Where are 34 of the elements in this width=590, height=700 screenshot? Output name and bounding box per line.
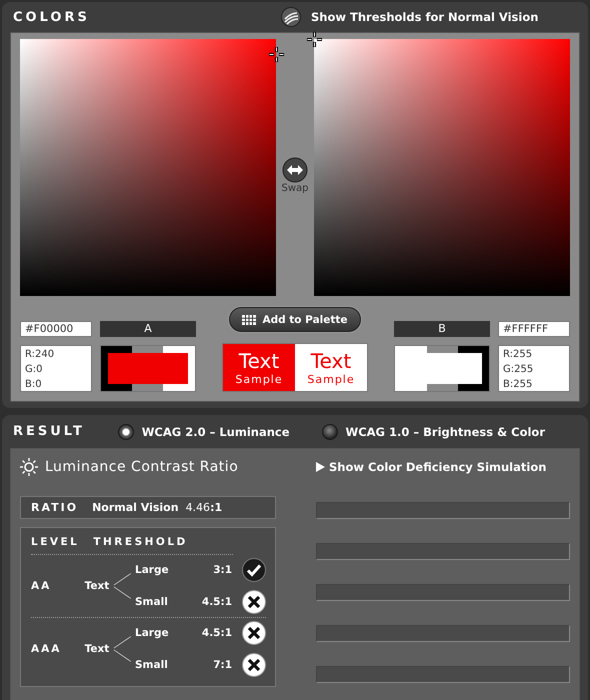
ratio-threshold: 4.5:1 (200, 596, 232, 608)
rgb-readout: R:255 G:255 B:255 (498, 345, 570, 392)
vision-label: Normal Vision (92, 501, 179, 514)
target-label: Text (84, 580, 110, 592)
column-header: THRESHOLD (93, 536, 188, 548)
swatch-label: B (394, 321, 490, 337)
deficiency-toggle[interactable]: Show Color Deficiency Simulation (316, 457, 546, 477)
ratio-value: 4.46:1 (186, 501, 222, 514)
radio-label[interactable]: WCAG 2.0 – Luminance (142, 424, 290, 438)
hex-field[interactable]: #F00000 (20, 321, 92, 337)
column-header: LEVEL (31, 536, 80, 548)
hex-field[interactable]: #FFFFFF (498, 321, 570, 337)
ratio-label: RATIO (31, 501, 78, 514)
level-label: AA (31, 580, 52, 592)
ratio-threshold: 3:1 (212, 564, 232, 576)
panel-title: COLORS (13, 10, 91, 24)
size-label: Small (135, 596, 169, 608)
text-sample: Text Sample (295, 344, 367, 391)
threshold-toggle[interactable]: Show Thresholds for Normal Vision (311, 10, 538, 24)
size-label: Large (135, 564, 170, 576)
target-label: Text (84, 643, 110, 655)
radio-label[interactable]: WCAG 1.0 – Brightness & Color (346, 424, 545, 438)
size-label: Small (135, 659, 169, 671)
size-label: Large (135, 627, 170, 639)
section-heading: Luminance Contrast Ratio (45, 459, 238, 475)
text-sample: Text Sample (223, 344, 295, 391)
add-to-palette-button[interactable]: Add to Palette (229, 307, 361, 332)
ratio-threshold: 7:1 (212, 659, 232, 671)
swap-button[interactable]: Swap (281, 157, 308, 199)
level-label: AAA (31, 643, 62, 655)
panel-title: RESULT (13, 424, 86, 439)
rgb-readout: R:240 G:0 B:0 (20, 345, 92, 392)
ratio-threshold: 4.5:1 (200, 627, 232, 639)
swatch-label: A (100, 321, 196, 337)
